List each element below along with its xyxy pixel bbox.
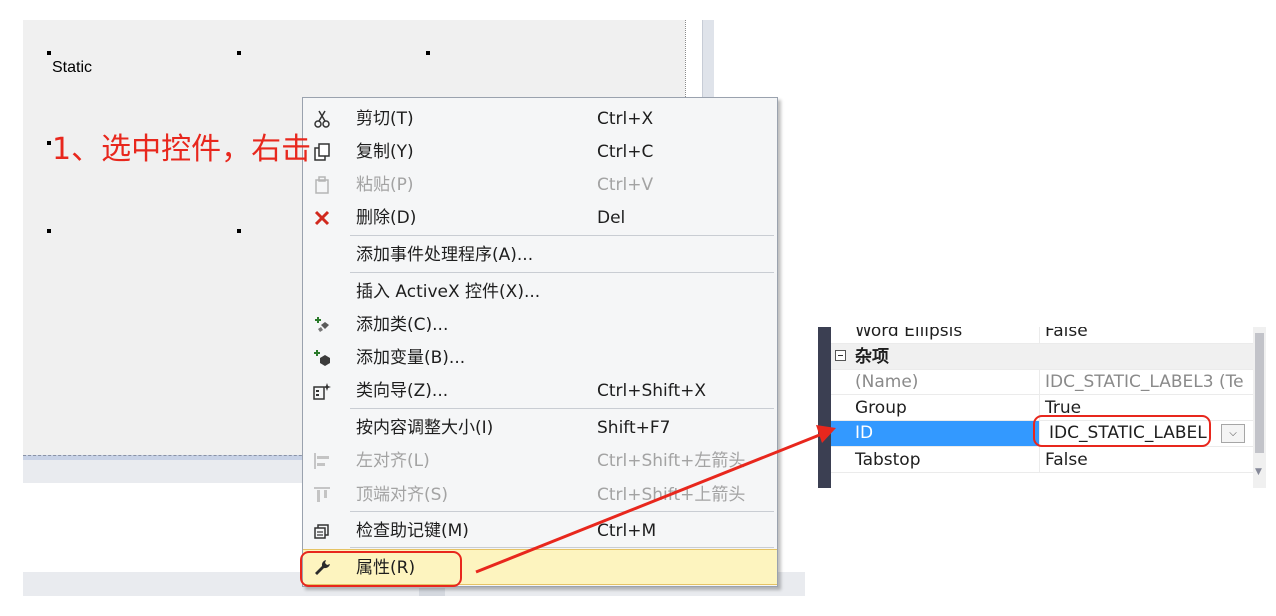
static-text-control[interactable]: Static	[52, 59, 92, 77]
menu-item-check-mnemonics[interactable]: 检查助记键(M) Ctrl+M	[303, 514, 777, 546]
menu-separator	[350, 235, 774, 236]
add-class-icon	[311, 315, 333, 335]
menu-item-shortcut: Shift+F7	[597, 418, 671, 438]
menu-item-copy[interactable]: 复制(Y) Ctrl+C	[303, 135, 777, 167]
menu-item-label: 顶端对齐(S)	[356, 485, 449, 505]
resize-handle[interactable]	[47, 141, 51, 145]
menu-item-shortcut: Ctrl+V	[597, 175, 654, 195]
resize-handle[interactable]	[237, 51, 241, 55]
menu-item-label: 添加类(C)...	[356, 315, 449, 335]
menu-separator	[350, 547, 774, 548]
context-menu: 剪切(T) Ctrl+X 复制(Y) Ctrl+C 粘贴(P) Ctrl+V 删…	[302, 97, 778, 587]
property-row[interactable]: Word Ellipsis False	[831, 327, 1253, 344]
menu-item-shortcut: Ctrl+Shift+X	[597, 381, 707, 401]
chevron-down-icon[interactable]: ⌵	[1221, 424, 1245, 443]
menu-item-shortcut: Del	[597, 208, 626, 228]
property-row[interactable]: (Name) IDC_STATIC_LABEL3 (Te	[831, 369, 1253, 395]
property-category-row[interactable]: 杂项	[831, 344, 1253, 370]
property-name: (Name)	[855, 372, 919, 392]
menu-separator	[350, 408, 774, 409]
align-top-icon	[311, 485, 333, 505]
menu-item-label: 添加事件处理程序(A)...	[356, 245, 534, 265]
menu-item-add-class[interactable]: 添加类(C)...	[303, 308, 777, 340]
column-divider	[1039, 327, 1040, 344]
menu-item-insert-activex[interactable]: 插入 ActiveX 控件(X)...	[303, 275, 777, 307]
menu-item-label: 剪切(T)	[356, 109, 414, 129]
add-variable-icon	[311, 348, 333, 368]
property-name: ID	[831, 421, 1039, 446]
menu-item-shortcut: Ctrl+C	[597, 142, 654, 162]
menu-item-class-wizard[interactable]: 类向导(Z)... Ctrl+Shift+X	[303, 374, 777, 406]
resize-handle[interactable]	[47, 51, 51, 55]
property-row[interactable]: Tabstop False	[831, 447, 1253, 473]
resize-handle[interactable]	[426, 51, 430, 55]
step-annotation-text: 1、选中控件，右击	[52, 132, 312, 167]
scroll-down-icon[interactable]: ▼	[1255, 467, 1262, 477]
annotation-highlight-properties	[300, 551, 462, 587]
menu-item-shortcut: Ctrl+Shift+左箭头	[597, 451, 746, 471]
menu-separator	[350, 272, 774, 273]
copy-icon	[311, 142, 333, 162]
property-grid-scrollbar[interactable]: ▼	[1253, 327, 1266, 488]
menu-item-cut[interactable]: 剪切(T) Ctrl+X	[303, 102, 777, 134]
menu-item-shortcut: Ctrl+Shift+上箭头	[597, 485, 746, 505]
menu-item-label: 复制(Y)	[356, 142, 414, 162]
menu-item-label: 按内容调整大小(I)	[356, 418, 494, 438]
align-left-icon	[311, 451, 333, 471]
property-value[interactable]: False	[1045, 327, 1088, 342]
resize-handle[interactable]	[237, 229, 241, 233]
scissors-icon	[311, 109, 333, 129]
category-name: 杂项	[855, 347, 889, 367]
splitter-grip[interactable]	[419, 588, 445, 596]
check-mnemonics-icon	[311, 521, 333, 541]
annotation-highlight-id	[1033, 415, 1211, 447]
menu-item-label: 添加变量(B)...	[356, 348, 466, 368]
menu-item-delete[interactable]: 删除(D) Del	[303, 201, 777, 233]
column-divider	[1039, 447, 1040, 473]
menu-item-paste[interactable]: 粘贴(P) Ctrl+V	[303, 168, 777, 200]
paste-icon	[311, 175, 333, 195]
menu-item-align-left[interactable]: 左对齐(L) Ctrl+Shift+左箭头	[303, 444, 777, 476]
menu-item-shortcut: Ctrl+X	[597, 109, 654, 129]
menu-item-label: 删除(D)	[356, 208, 417, 228]
menu-item-label: 粘贴(P)	[356, 175, 414, 195]
class-wizard-icon	[311, 381, 333, 401]
menu-item-label: 检查助记键(M)	[356, 521, 469, 541]
collapse-toggle-icon[interactable]	[835, 350, 846, 361]
property-name: Tabstop	[855, 450, 921, 470]
property-grid: Word Ellipsis False 杂项 (Name) IDC_STATIC…	[818, 327, 1266, 488]
menu-item-label: 左对齐(L)	[356, 451, 430, 471]
menu-separator	[350, 511, 774, 512]
menu-item-size-to-content[interactable]: 按内容调整大小(I) Shift+F7	[303, 411, 777, 443]
property-grid-left-bar	[818, 327, 831, 488]
property-value: IDC_STATIC_LABEL3 (Te	[1045, 372, 1244, 392]
menu-item-label: 类向导(Z)...	[356, 381, 449, 401]
menu-item-add-variable[interactable]: 添加变量(B)...	[303, 341, 777, 373]
resize-handle[interactable]	[47, 229, 51, 233]
scrollbar-thumb[interactable]	[1255, 333, 1264, 453]
menu-item-label: 插入 ActiveX 控件(X)...	[356, 282, 541, 302]
property-name: Word Ellipsis	[855, 327, 963, 341]
menu-item-add-event-handler[interactable]: 添加事件处理程序(A)...	[303, 238, 777, 270]
property-name: Group	[855, 398, 907, 418]
property-value[interactable]: False	[1045, 449, 1088, 471]
column-divider	[1039, 369, 1040, 395]
menu-item-align-top[interactable]: 顶端对齐(S) Ctrl+Shift+上箭头	[303, 478, 777, 510]
menu-item-shortcut: Ctrl+M	[597, 521, 657, 541]
delete-icon	[311, 208, 333, 228]
